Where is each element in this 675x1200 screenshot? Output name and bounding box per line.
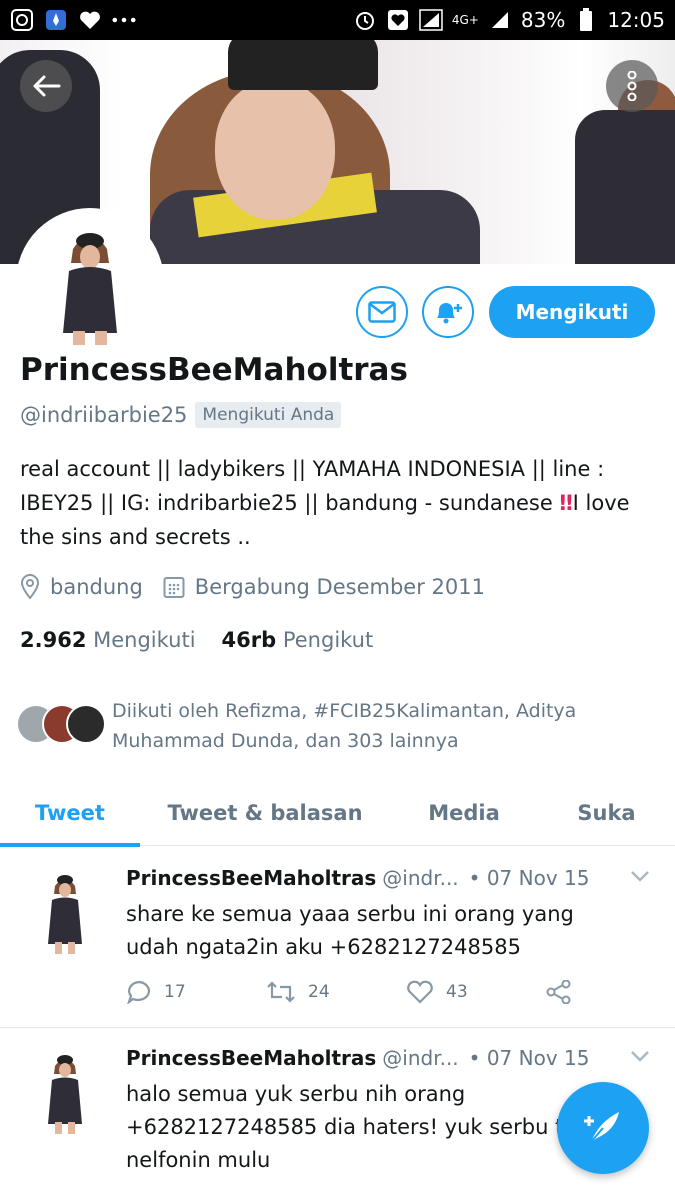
clock: 12:05: [607, 8, 665, 32]
share-button[interactable]: [546, 980, 675, 1004]
bio-text-part1: real account || ladybikers || YAMAHA IND…: [20, 457, 605, 515]
feather-plus-icon: [584, 1112, 619, 1143]
tweet-author-handle: @indr...: [382, 1046, 459, 1070]
rocket-icon: [44, 8, 68, 32]
reply-count: 17: [164, 982, 186, 1002]
share-icon: [546, 980, 571, 1004]
signal-icon: [419, 8, 443, 32]
arrow-left-icon: [33, 75, 61, 97]
tweet-text: halo semua yuk serbu nih orang +62821272…: [126, 1082, 596, 1172]
tweet-avatar[interactable]: [30, 1050, 100, 1140]
location-text: bandung: [50, 575, 143, 599]
notifications-button[interactable]: [422, 286, 474, 338]
tab-tweets-and-replies[interactable]: Tweet & balasan: [140, 780, 390, 846]
chevron-down-icon[interactable]: [630, 1050, 650, 1062]
double-exclamation-icon: ‼: [559, 491, 573, 515]
alarm-icon: [353, 8, 377, 32]
followed-by-avatars: [16, 696, 106, 746]
followers-label: Pengikut: [282, 628, 374, 652]
tweet-avatar[interactable]: [30, 870, 100, 960]
profile-meta: bandung Bergabung Desember 2011: [20, 574, 505, 600]
bell-plus-icon: [437, 303, 462, 324]
battery-percent: 83%: [520, 8, 566, 32]
tweet[interactable]: PrincessBeeMaholtras @indr... • 07 Nov 1…: [0, 848, 675, 1028]
following-label: Mengikuti: [93, 628, 196, 652]
retweet-button[interactable]: 24: [266, 981, 406, 1003]
tweet-actions: 17 24 43: [126, 980, 675, 1004]
location-pin-icon: [20, 574, 40, 600]
location-item: bandung: [20, 574, 143, 600]
tweet-author-name[interactable]: PrincessBeeMaholtras: [126, 866, 376, 890]
overflow-menu-button[interactable]: [606, 60, 658, 112]
banner-figure-face: [215, 80, 335, 220]
message-button[interactable]: [356, 286, 408, 338]
tweet-header: PrincessBeeMaholtras @indr... • 07 Nov 1…: [126, 866, 589, 890]
envelope-icon: [368, 301, 396, 323]
status-bar: 4G+ 83% 12:05: [0, 0, 675, 40]
avatar-image: [21, 213, 159, 351]
profile-avatar[interactable]: [16, 208, 164, 356]
profile-display-name: PrincessBeeMaholtras: [20, 352, 408, 388]
network-type: 4G+: [451, 13, 479, 27]
tab-tweet[interactable]: Tweet: [0, 780, 140, 847]
like-button[interactable]: 43: [406, 980, 546, 1004]
more-vertical-icon: [627, 71, 637, 101]
tweet-header: PrincessBeeMaholtras @indr... • 07 Nov 1…: [126, 1046, 589, 1070]
joined-text: Bergabung Desember 2011: [194, 575, 485, 599]
following-stat[interactable]: 2.962 Mengikuti: [20, 628, 196, 652]
following-count: 2.962: [20, 628, 87, 652]
profile-bio: real account || ladybikers || YAMAHA IND…: [20, 452, 660, 554]
reply-icon: [127, 980, 151, 1004]
retweet-count: 24: [308, 982, 330, 1002]
profile-tabs: Tweet Tweet & balasan Media Suka: [0, 780, 675, 847]
following-button[interactable]: Mengikuti: [489, 286, 655, 338]
reply-button[interactable]: 17: [126, 980, 266, 1004]
followed-by[interactable]: Diikuti oleh Refizma, #FCIB25Kalimantan,…: [16, 696, 652, 756]
heart-icon: [78, 8, 102, 32]
banner-figure-cap: [228, 40, 378, 90]
whatsapp-icon: [10, 8, 34, 32]
followers-count: 46rb: [221, 628, 277, 652]
tweet-author-handle: @indr...: [382, 866, 459, 890]
tweet-text: share ke semua yaaa serbu ini orang yang…: [126, 902, 574, 959]
follower-avatar: [66, 704, 106, 744]
followers-stat[interactable]: 46rb Pengikut: [222, 628, 374, 652]
handle-row: @indriibarbie25 Mengikuti Anda: [20, 402, 342, 428]
follow-stats: 2.962 Mengikuti 46rb Pengikut: [20, 628, 399, 652]
follows-you-badge: Mengikuti Anda: [195, 402, 342, 428]
heart-outline-icon: [407, 980, 433, 1004]
retweet-icon: [267, 981, 295, 1003]
tweet-author-name[interactable]: PrincessBeeMaholtras: [126, 1046, 376, 1070]
tab-likes[interactable]: Suka: [538, 780, 675, 846]
chevron-down-icon[interactable]: [630, 870, 650, 882]
tweet-date: • 07 Nov 15: [468, 1046, 590, 1070]
banner-figure-right: [575, 110, 675, 264]
more-dots-icon: [112, 8, 136, 32]
profile-handle: @indriibarbie25: [20, 403, 188, 427]
heart-box-icon: [386, 8, 410, 32]
compose-tweet-button[interactable]: [557, 1082, 649, 1174]
followed-by-text: Diikuti oleh Refizma, #FCIB25Kalimantan,…: [112, 700, 577, 752]
tab-media[interactable]: Media: [390, 780, 538, 846]
tweet-date: • 07 Nov 15: [468, 866, 590, 890]
joined-item: Bergabung Desember 2011: [163, 575, 485, 599]
back-button[interactable]: [20, 60, 72, 112]
battery-icon: [574, 8, 598, 32]
cell-signal-icon: [488, 8, 512, 32]
like-count: 43: [446, 982, 468, 1002]
calendar-icon: [163, 577, 185, 598]
